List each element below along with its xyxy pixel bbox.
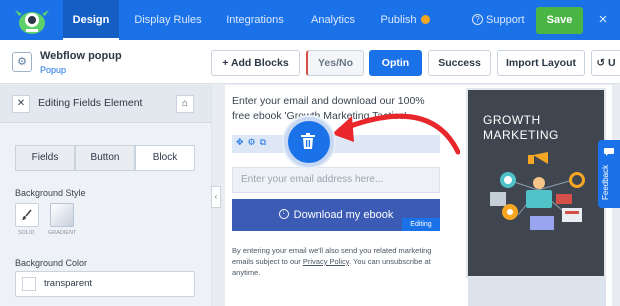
save-button[interactable]: Save	[536, 7, 583, 34]
close-panel-icon[interactable]: ✕	[12, 95, 30, 113]
tab-analytics[interactable]: Analytics	[300, 0, 366, 40]
solid-style-option[interactable]	[15, 203, 39, 227]
campaign-toolbar: ⚙ Webflow popup Popup + Add Blocks Yes/N…	[0, 40, 620, 84]
chat-bubble-icon	[604, 148, 614, 156]
support-link[interactable]: ? Support	[472, 0, 525, 40]
background-color-value: transparent	[44, 278, 93, 289]
campaign-type: Popup	[40, 65, 67, 75]
tab-publish[interactable]: Publish	[372, 0, 438, 40]
field-toolbar-icons[interactable]: ✥⚙⧉	[236, 137, 270, 148]
solid-option-caption: SOLID	[18, 230, 35, 236]
tab-button[interactable]: Button	[75, 145, 135, 171]
email-input[interactable]: Enter your email address here...	[232, 167, 440, 193]
gradient-option-caption: GRADIENT	[48, 230, 77, 236]
campaign-name[interactable]: Webflow popup	[40, 50, 122, 62]
yes-no-view-button[interactable]: Yes/No	[306, 50, 364, 76]
collapse-panel-icon[interactable]: ‹	[211, 186, 221, 208]
support-label: Support	[486, 14, 525, 26]
tab-fields[interactable]: Fields	[15, 145, 75, 171]
home-icon[interactable]: ⌂	[176, 95, 194, 113]
close-icon[interactable]: ×	[595, 10, 611, 30]
trash-icon	[301, 133, 315, 149]
color-swatch[interactable]	[22, 277, 36, 291]
background-color-field[interactable]: transparent	[15, 271, 195, 297]
panel-title: Editing Fields Element	[38, 97, 143, 109]
optin-view-button[interactable]: Optin	[369, 50, 422, 76]
publish-alert-badge	[420, 14, 430, 24]
feedback-label: Feedback	[601, 164, 610, 200]
background-style-label: Background Style	[15, 188, 86, 198]
privacy-policy-link[interactable]: Privacy Policy	[303, 257, 349, 266]
book-title: GROWTH MARKETING	[483, 113, 559, 143]
success-view-button[interactable]: Success	[428, 50, 491, 76]
gradient-style-option[interactable]	[50, 203, 74, 227]
tab-display-rules[interactable]: Display Rules	[125, 0, 211, 40]
optinmonster-logo-icon[interactable]	[12, 4, 52, 36]
import-layout-button[interactable]: Import Layout	[497, 50, 585, 76]
book-title-line-1: GROWTH	[483, 113, 541, 127]
download-icon: ↓	[278, 209, 289, 220]
tab-publish-label: Publish	[380, 14, 417, 26]
download-button-label: Download my ebook	[293, 209, 394, 221]
tab-integrations[interactable]: Integrations	[218, 0, 292, 40]
red-arrow-annotation-icon	[332, 113, 460, 155]
growth-marketing-illustration-icon	[490, 152, 585, 230]
editing-tag: Editing	[402, 218, 440, 231]
tab-block[interactable]: Block	[135, 145, 195, 171]
panel-header: ✕ Editing Fields Element ⌂	[0, 85, 211, 123]
undo-button[interactable]: ↺ U	[591, 50, 620, 76]
campaign-settings-icon[interactable]: ⚙	[12, 52, 32, 72]
disclaimer-text[interactable]: By entering your email we'll also send y…	[232, 245, 442, 278]
paintbrush-icon	[22, 209, 32, 220]
background-color-label: Background Color	[15, 258, 88, 268]
book-cover-bottom	[468, 278, 606, 306]
add-blocks-button[interactable]: + Add Blocks	[211, 50, 300, 76]
help-icon: ?	[472, 13, 483, 25]
book-title-line-2: MARKETING	[483, 128, 559, 142]
tab-design[interactable]: Design	[63, 0, 119, 40]
